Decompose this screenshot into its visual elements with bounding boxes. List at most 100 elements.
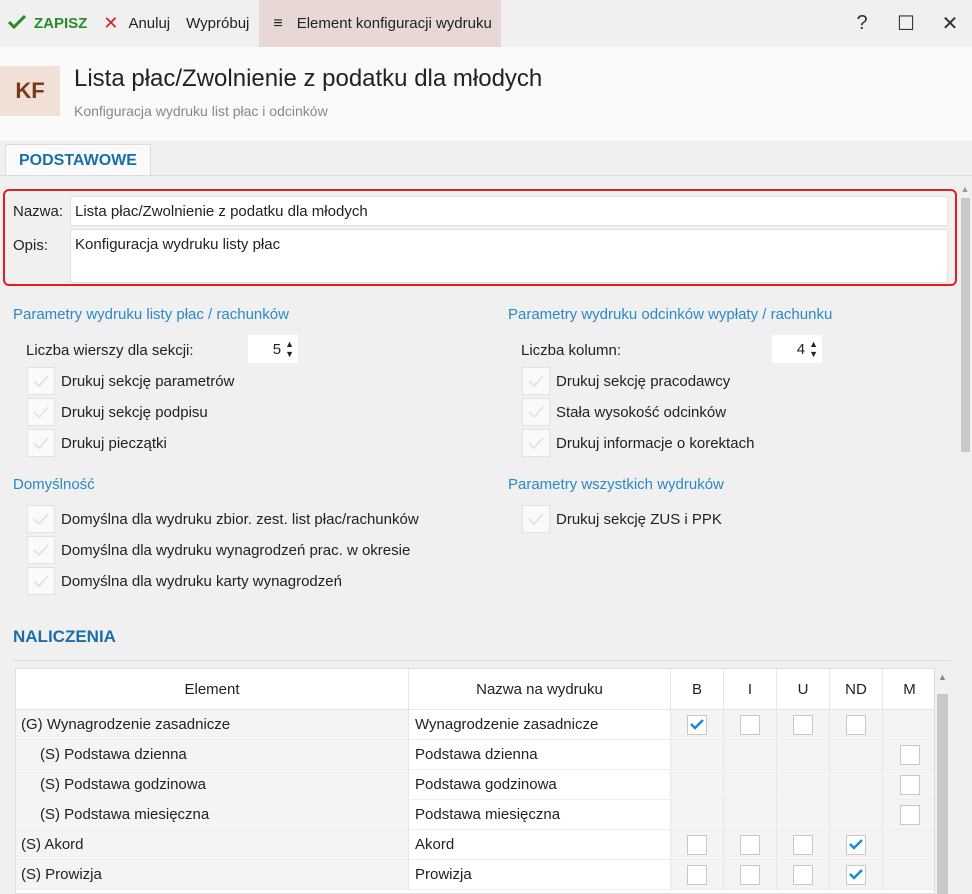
naliczenia-table: Element Nazwa na wydruku B I U ND M (G) … [15, 668, 935, 894]
checkbox[interactable] [27, 536, 55, 564]
cell-flag-nd [830, 860, 883, 889]
scrollbar-thumb[interactable] [961, 198, 970, 452]
cell-print-name[interactable]: Podstawa dzienna [409, 740, 671, 769]
checkbox[interactable] [793, 834, 813, 855]
table-row[interactable]: (S) Podstawa godzinowa Podstawa godzinowa [16, 770, 934, 800]
checkbox[interactable] [27, 505, 55, 533]
page-title: Lista płac/Zwolnienie z podatku dla młod… [74, 65, 543, 92]
checkbox[interactable] [846, 714, 866, 735]
cell-flag-b [671, 740, 724, 769]
table-scrollbar[interactable]: ▲ [935, 668, 950, 894]
table-row[interactable]: (S) Podstawa dzienna Podstawa dzienna [16, 740, 934, 770]
check-print-signature-section[interactable]: Drukuj sekcję podpisu [27, 398, 208, 426]
checkbox[interactable] [27, 567, 55, 595]
checkbox[interactable] [687, 864, 707, 885]
column-header-b[interactable]: B [671, 669, 724, 710]
column-header-i[interactable]: I [724, 669, 777, 710]
checkbox[interactable] [740, 834, 760, 855]
checkbox[interactable] [899, 744, 920, 765]
check-print-params-section[interactable]: Drukuj sekcję parametrów [27, 367, 234, 395]
column-header-element[interactable]: Element [16, 669, 409, 710]
checkbox[interactable] [522, 367, 550, 395]
column-header-m[interactable]: M [883, 669, 934, 710]
cancel-button[interactable]: ✕ Anuluj [95, 0, 178, 47]
rows-per-section-label: Liczba wierszy dla sekcji: [26, 342, 194, 359]
columns-count-label: Liczba kolumn: [521, 342, 622, 359]
cancel-button-label: Anuluj [128, 15, 171, 32]
checkbox[interactable] [687, 834, 707, 855]
cell-element[interactable]: (S) Podstawa godzinowa [16, 770, 409, 799]
check-print-correction-info[interactable]: Drukuj informacje o korektach [522, 429, 754, 457]
highlight-frame [3, 189, 957, 286]
try-button-label: Wypróbuj [186, 15, 250, 32]
checkbox[interactable] [899, 774, 920, 795]
cell-print-name[interactable]: Wynagrodzenie zasadnicze [409, 710, 671, 739]
cell-element[interactable]: (S) Podstawa miesięczna [16, 800, 409, 829]
check-print-stamps[interactable]: Drukuj pieczątki [27, 429, 167, 457]
check-fixed-slip-height[interactable]: Stała wysokość odcinków [522, 398, 726, 426]
checkbox[interactable] [846, 864, 866, 885]
check-print-employer-section[interactable]: Drukuj sekcję pracodawcy [522, 367, 730, 395]
cell-flag-i [724, 710, 777, 739]
defaults-title: Domyślność [13, 476, 95, 493]
payroll-params-title: Parametry wydruku listy płac / rachunków [13, 306, 289, 323]
column-header-nd[interactable]: ND [830, 669, 883, 710]
column-header-u[interactable]: U [777, 669, 830, 710]
cell-flag-u [777, 830, 830, 859]
scrollbar-thumb[interactable] [937, 694, 948, 894]
checkmark-icon [7, 14, 27, 33]
close-window-button[interactable]: ✕ [928, 0, 972, 47]
stepper-arrows-icon[interactable]: ▲ ▼ [285, 339, 294, 359]
checkbox[interactable] [27, 429, 55, 457]
cell-print-name[interactable]: Podstawa miesięczna [409, 800, 671, 829]
cell-print-name[interactable]: Podstawa godzinowa [409, 770, 671, 799]
checkbox[interactable] [793, 864, 813, 885]
check-default-period-wages[interactable]: Domyślna dla wydruku wynagrodzeń prac. w… [27, 536, 410, 564]
table-row[interactable]: (S) Prowizja Prowizja [16, 860, 934, 890]
checkbox[interactable] [522, 429, 550, 457]
column-header-print-name[interactable]: Nazwa na wydruku [409, 669, 671, 710]
cell-flag-b [671, 710, 724, 739]
checkbox[interactable] [793, 714, 813, 735]
cell-print-name[interactable]: Akord [409, 830, 671, 859]
checkbox[interactable] [740, 714, 760, 735]
close-x-icon: ✕ [103, 13, 119, 33]
help-button[interactable]: ? [840, 0, 884, 47]
check-print-zus-ppk[interactable]: Drukuj sekcję ZUS i PPK [522, 505, 722, 533]
cell-element[interactable]: (S) Akord [16, 830, 409, 859]
table-row[interactable]: (S) Podstawa miesięczna Podstawa miesięcz… [16, 800, 934, 830]
checkbox[interactable] [846, 834, 866, 855]
element-menu-label: Element konfiguracji wydruku [296, 15, 492, 32]
checkbox[interactable] [27, 367, 55, 395]
table-row[interactable]: (G) Wynagrodzenie zasadnicze Wynagrodzeni… [16, 710, 934, 740]
table-row[interactable]: (S) Akord Akord [16, 830, 934, 860]
try-button[interactable]: Wypróbuj [178, 0, 257, 47]
scroll-up-icon[interactable]: ▲ [958, 182, 972, 196]
checkbox[interactable] [522, 505, 550, 533]
save-button[interactable]: ZAPISZ [0, 0, 95, 47]
checkbox[interactable] [27, 398, 55, 426]
tab-bar: PODSTAWOWE [0, 141, 972, 176]
cell-flag-nd [830, 770, 883, 799]
checkbox[interactable] [687, 714, 707, 735]
tab-podstawowe[interactable]: PODSTAWOWE [5, 144, 151, 176]
checkbox[interactable] [522, 398, 550, 426]
cell-element[interactable]: (S) Podstawa dzienna [16, 740, 409, 769]
checkbox[interactable] [899, 804, 920, 825]
cell-flag-u [777, 860, 830, 889]
cell-element[interactable]: (S) Prowizja [16, 860, 409, 889]
check-default-wage-card[interactable]: Domyślna dla wydruku karty wynagrodzeń [27, 567, 342, 595]
columns-count-stepper[interactable]: 4 ▲ ▼ [772, 335, 822, 363]
checkbox[interactable] [740, 864, 760, 885]
checkbox-label: Drukuj informacje o korektach [556, 434, 755, 452]
stepper-arrows-icon[interactable]: ▲ ▼ [809, 339, 818, 359]
element-menu-button[interactable]: ≡ Element konfiguracji wydruku [259, 0, 501, 47]
vertical-scrollbar[interactable]: ▲ [958, 182, 972, 894]
check-default-summary[interactable]: Domyślna dla wydruku zbior. zest. list p… [27, 505, 419, 533]
scroll-up-icon[interactable]: ▲ [935, 672, 950, 682]
cell-print-name[interactable]: Prowizja [409, 860, 671, 889]
rows-per-section-stepper[interactable]: 5 ▲ ▼ [248, 335, 298, 363]
maximize-button[interactable]: ☐ [884, 0, 928, 47]
cell-element[interactable]: (G) Wynagrodzenie zasadnicze [16, 710, 409, 739]
page-subtitle: Konfiguracja wydruku list płac i odcinkó… [74, 103, 328, 119]
